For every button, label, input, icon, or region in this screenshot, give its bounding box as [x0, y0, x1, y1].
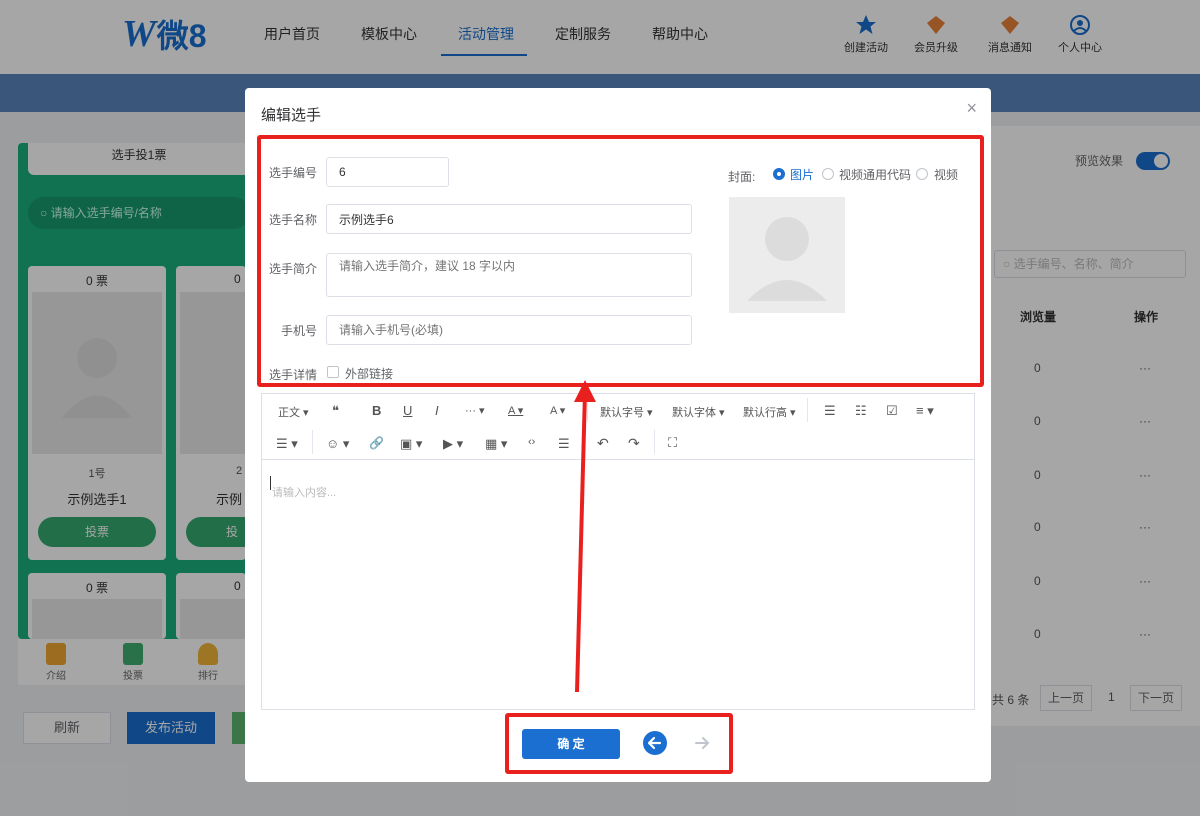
- form-highlight-box: [257, 135, 984, 387]
- emoji-dropdown[interactable]: ☺ ▾: [326, 436, 349, 452]
- text-caret: [270, 476, 271, 490]
- toolbar-separator: [587, 398, 588, 422]
- bullet-list-icon[interactable]: ☰: [824, 403, 836, 419]
- quote-icon[interactable]: ❝: [332, 403, 339, 419]
- indent-dropdown[interactable]: ☰ ▾: [276, 436, 298, 452]
- editor-placeholder: 请输入内容...: [272, 487, 337, 499]
- more-styles-dropdown[interactable]: ··· ▾: [465, 404, 485, 417]
- italic-icon[interactable]: I: [435, 403, 439, 418]
- redo-icon[interactable]: ↷: [628, 435, 640, 452]
- font-color-dropdown[interactable]: A ▾: [508, 404, 523, 417]
- font-size-dropdown[interactable]: 默认字号 ▾: [600, 404, 653, 420]
- background-color-dropdown[interactable]: A ▾: [550, 404, 565, 417]
- undo-icon[interactable]: ↶: [597, 435, 609, 452]
- numbered-list-icon[interactable]: ☷: [855, 403, 867, 419]
- align-dropdown[interactable]: ≡ ▾: [916, 403, 934, 419]
- rich-text-editor: 正文 ▾ ❝ B U I ··· ▾ A ▾ A ▾ 默认字号 ▾ 默认字体 ▾…: [261, 393, 975, 710]
- buttons-highlight-box: [505, 713, 733, 774]
- toolbar-separator: [312, 430, 313, 454]
- todo-list-icon[interactable]: ☑: [886, 403, 898, 419]
- font-family-dropdown[interactable]: 默认字体 ▾: [672, 404, 725, 420]
- editor-content-area[interactable]: 请输入内容...: [262, 460, 974, 709]
- editor-toolbar: 正文 ▾ ❝ B U I ··· ▾ A ▾ A ▾ 默认字号 ▾ 默认字体 ▾…: [262, 394, 974, 460]
- link-icon[interactable]: 🔗: [369, 436, 384, 450]
- line-height-dropdown[interactable]: 默认行高 ▾: [743, 404, 796, 420]
- bold-icon[interactable]: B: [372, 403, 381, 418]
- underline-icon[interactable]: U: [403, 403, 412, 418]
- image-dropdown[interactable]: ▣ ▾: [400, 436, 422, 452]
- code-icon[interactable]: ‹›: [528, 436, 535, 448]
- fullscreen-icon[interactable]: ⛶: [668, 435, 677, 451]
- divider-icon[interactable]: ☰: [558, 436, 570, 452]
- close-icon[interactable]: ×: [966, 98, 977, 119]
- table-dropdown[interactable]: ▦ ▾: [485, 436, 507, 452]
- paragraph-format-dropdown[interactable]: 正文 ▾: [278, 404, 309, 420]
- dialog-title: 编辑选手: [261, 107, 322, 124]
- toolbar-separator: [583, 430, 584, 454]
- toolbar-separator: [654, 430, 655, 454]
- video-dropdown[interactable]: ▶ ▾: [443, 436, 463, 452]
- toolbar-separator: [807, 398, 808, 422]
